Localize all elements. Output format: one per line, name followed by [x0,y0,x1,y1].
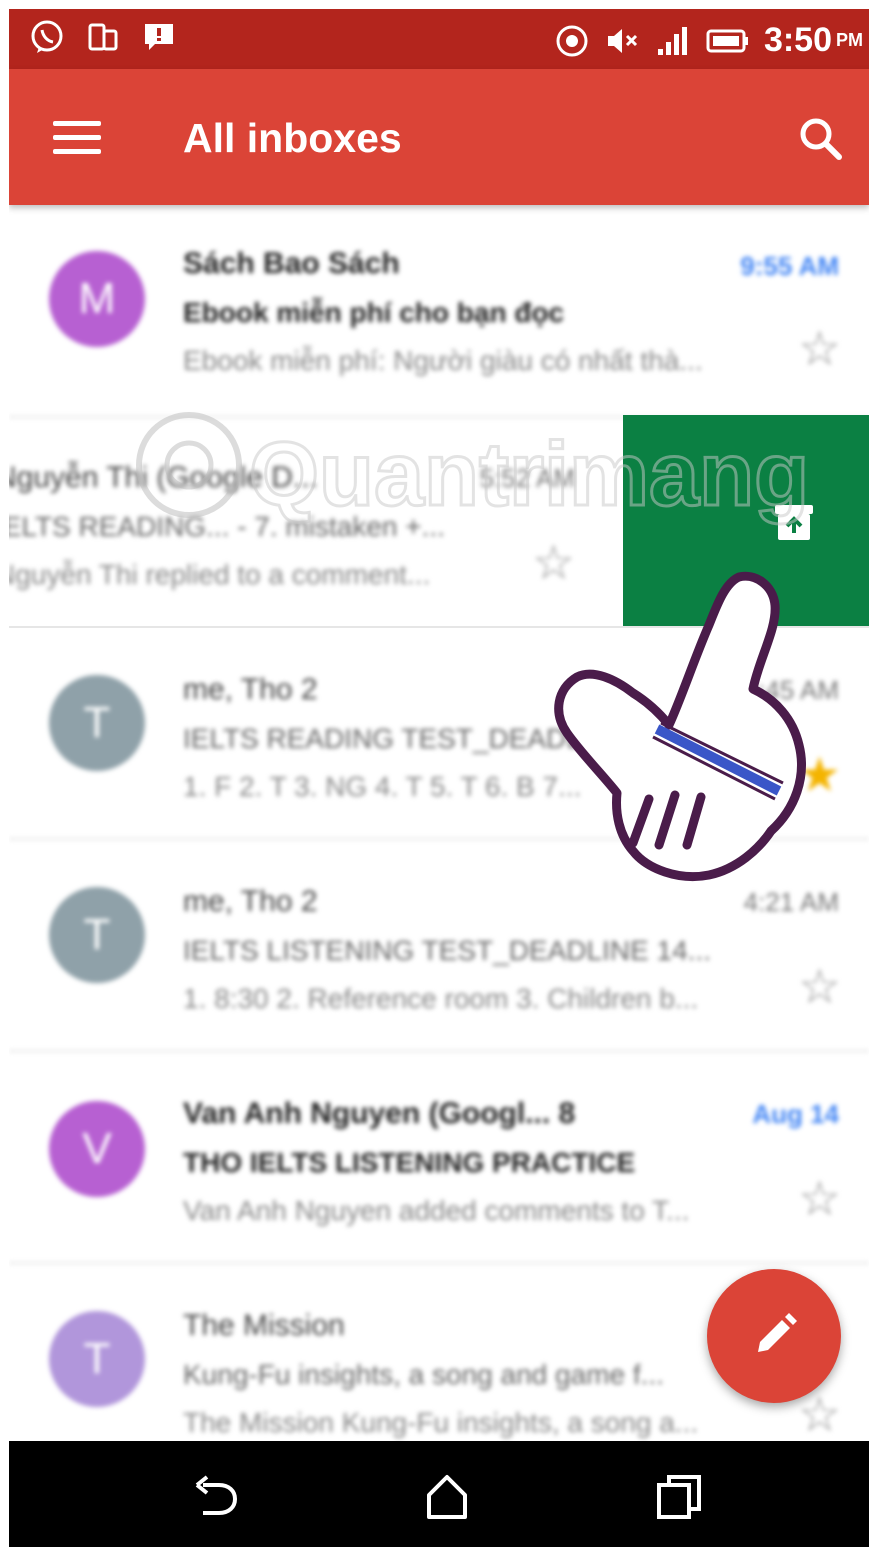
email-time: Aug 14 [752,1099,839,1129]
watermark-logo: Quantrimang [136,412,809,527]
pencil-icon [758,1313,797,1352]
avatar: T [49,1311,145,1407]
pointing-hand-icon [554,571,806,882]
menu-icon[interactable] [53,121,101,155]
email-time: 9:55 AM [740,251,839,281]
email-subject: THO IELTS LISTENING PRACTICE [183,1147,636,1178]
email-sender: me, Tho 2 [183,673,318,706]
recents-icon[interactable] [653,1471,705,1523]
star-icon[interactable]: ☆ [798,321,841,377]
app-bar: All inboxes [9,69,869,205]
email-snippet: Van Anh Nguyen added comments to T... [183,1195,690,1226]
status-ampm: PM [836,30,863,50]
page-title: All inboxes [183,115,402,161]
android-nav-bar [9,1441,869,1547]
status-time: 3:50 [763,21,832,59]
avatar: V [49,1101,145,1197]
battery-icon [706,29,748,52]
email-sender: The Mission [183,1309,345,1342]
avatar: T [49,675,145,771]
email-snippet: 1. F 2. T 3. NG 4. T 5. T 6. B 7... [183,771,582,802]
email-sender: Sách Bao Sách [183,247,400,280]
email-snippet: Ebook miễn phí: Người giàu có nhất thà..… [183,345,703,376]
sync-icon [556,25,588,56]
message-icon [145,24,173,50]
star-icon[interactable]: ☆ [798,959,841,1015]
back-icon[interactable] [189,1471,241,1523]
email-subject: Kung-Fu insights, a song and game f... [183,1359,664,1390]
avatar: T [49,887,145,983]
search-icon[interactable] [797,115,843,161]
signal-icon [657,26,687,55]
email-snippet: 1. 8:30 2. Reference room 3. Children b.… [183,983,699,1014]
email-snippet: The Mission Kung-Fu insights, a song a..… [183,1407,699,1438]
phone-screen: 3:50 PM All inboxes M Sách Bao Sách Ebook… [9,9,869,1547]
phone-rotate-icon [88,23,118,51]
compose-button[interactable] [707,1269,841,1403]
email-sender: Van Anh Nguyen (Googl... 8 [183,1097,576,1130]
home-icon[interactable] [421,1471,473,1523]
star-icon[interactable]: ☆ [798,1171,841,1227]
mute-icon [607,28,637,53]
email-row[interactable]: V Van Anh Nguyen (Googl... 8 THO IELTS L… [9,1051,869,1264]
watermark-text: Quantrimang [249,425,809,525]
viber-icon [31,20,63,53]
avatar: M [49,251,145,347]
email-sender: me, Tho 2 [183,885,318,918]
email-row[interactable]: M Sách Bao Sách Ebook miễn phí cho bạn đ… [9,205,869,418]
status-bar: 3:50 PM [9,9,869,69]
email-subject: IELTS LISTENING TEST_DEADLINE 14... [183,935,712,966]
email-subject: Ebook miễn phí cho bạn đọc [183,297,565,328]
